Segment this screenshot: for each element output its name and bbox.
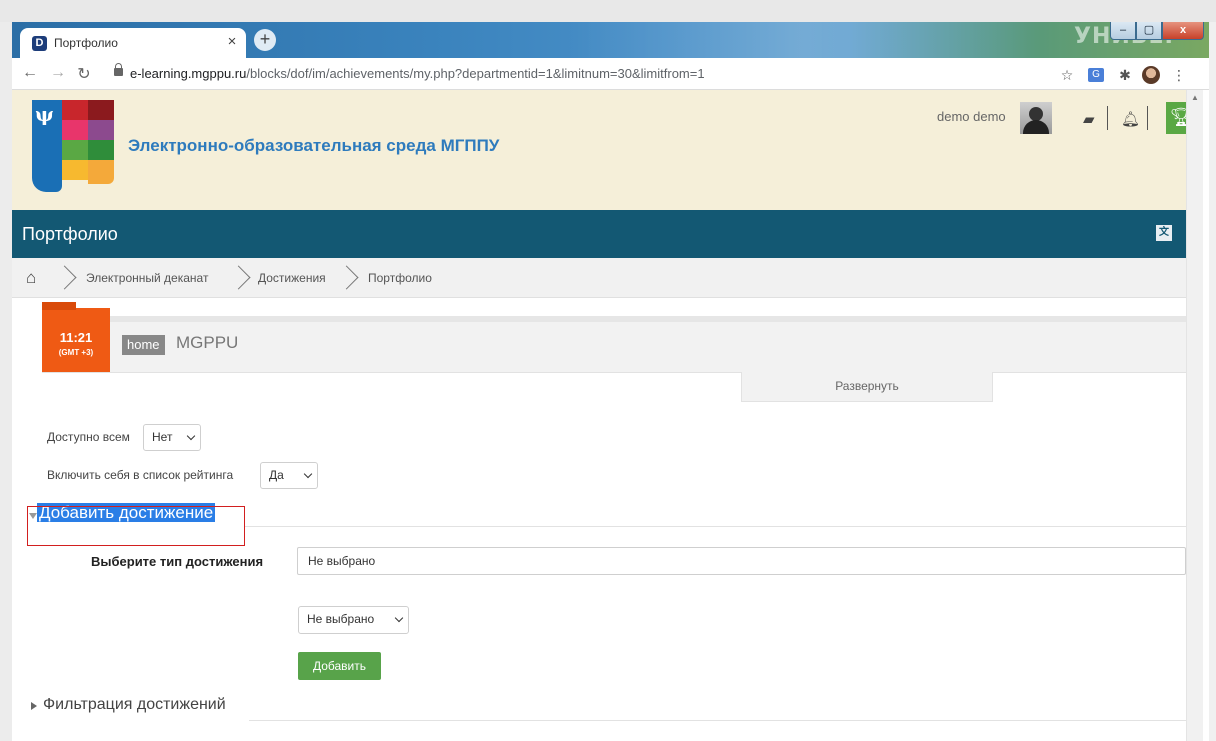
breadcrumb-separator-icon bbox=[234, 262, 248, 292]
breadcrumb-item-achievements[interactable]: Достижения bbox=[258, 271, 326, 285]
home-badge[interactable]: home bbox=[122, 335, 165, 355]
logo-cell bbox=[88, 100, 114, 120]
tab-close-icon[interactable]: × bbox=[224, 34, 240, 50]
add-achievement-button[interactable]: Добавить bbox=[298, 652, 381, 680]
tabstrip-glow bbox=[572, 22, 1032, 58]
expand-triangle-icon[interactable] bbox=[31, 702, 37, 710]
page-scrollbar[interactable]: ▲ bbox=[1186, 90, 1203, 741]
header-separator bbox=[1147, 106, 1148, 130]
window-close-button[interactable]: x bbox=[1162, 22, 1204, 40]
logo-cell bbox=[88, 160, 114, 184]
notifications-bell-icon[interactable]: 🔔︎ bbox=[1121, 110, 1140, 128]
url-host: e-learning.mgppu.ru bbox=[130, 66, 247, 81]
achievement-subtype-select[interactable]: Не выбрано bbox=[298, 606, 409, 634]
available-all-select[interactable]: Нет bbox=[143, 424, 201, 451]
header-separator bbox=[1107, 106, 1108, 130]
breadcrumb-separator-icon bbox=[60, 262, 74, 292]
breadcrumb-item-dean[interactable]: Электронный деканат bbox=[86, 271, 208, 285]
organization-name: MGPPU bbox=[176, 333, 239, 352]
logo-cell bbox=[62, 120, 88, 140]
reload-icon[interactable]: ↻ bbox=[74, 64, 94, 84]
achievement-subtype-value: Не выбрано bbox=[307, 612, 375, 626]
lock-icon bbox=[114, 63, 123, 76]
clock-timezone: (GMT +3) bbox=[58, 348, 94, 357]
chevron-down-icon bbox=[394, 613, 404, 623]
screen-frame-left bbox=[0, 22, 12, 741]
logo-cell bbox=[88, 120, 114, 140]
chevron-down-icon bbox=[303, 469, 313, 479]
scroll-up-arrow-icon[interactable]: ▲ bbox=[1191, 93, 1199, 102]
dof-divider bbox=[42, 372, 1186, 373]
section-divider bbox=[245, 526, 1186, 527]
tab-title: Портфолио bbox=[54, 36, 118, 50]
browser-toolbar: ← → ↻ e-learning.mgppu.ru/blocks/dof/im/… bbox=[12, 58, 1209, 90]
page-viewport: ψ Электронно-образовательная среда МГППУ… bbox=[12, 90, 1209, 741]
screen-frame-right bbox=[1209, 22, 1216, 741]
annotation-highlight-box bbox=[27, 506, 245, 546]
available-all-label: Доступно всем bbox=[47, 430, 130, 444]
extensions-puzzle-icon[interactable]: ✱ bbox=[1116, 66, 1134, 84]
home-icon[interactable]: ⌂ bbox=[26, 268, 36, 288]
logo-cell bbox=[62, 160, 88, 180]
browser-window: УНИВЕР D Портфолио × + – ▢ x ← → ↻ e-lea… bbox=[12, 22, 1209, 741]
logo-cell bbox=[62, 100, 88, 120]
filter-achievements-header[interactable]: Фильтрация достижений bbox=[43, 696, 226, 714]
mgppu-logo[interactable]: ψ bbox=[32, 100, 114, 192]
browser-menu-icon[interactable]: ⋮ bbox=[1170, 66, 1188, 84]
address-bar[interactable]: e-learning.mgppu.ru/blocks/dof/im/achiev… bbox=[104, 62, 1074, 86]
include-rating-select[interactable]: Да bbox=[260, 462, 318, 489]
logo-cell bbox=[62, 140, 88, 160]
include-rating-label: Включить себя в список рейтинга bbox=[47, 468, 234, 482]
user-avatar[interactable] bbox=[1020, 102, 1052, 134]
clock-tag bbox=[42, 302, 76, 310]
site-title[interactable]: Электронно-образовательная среда МГППУ bbox=[128, 136, 499, 156]
tab-strip: УНИВЕР D Портфолио × + – ▢ x bbox=[12, 22, 1209, 58]
breadcrumb-separator-icon bbox=[342, 262, 356, 292]
available-all-value: Нет bbox=[152, 430, 173, 444]
window-minimize-button[interactable]: – bbox=[1110, 22, 1136, 40]
include-rating-value: Да bbox=[269, 468, 284, 482]
url-path: /blocks/dof/im/achievements/my.php?depar… bbox=[246, 66, 705, 81]
breadcrumb: ⌂ Электронный деканат Достижения Портфол… bbox=[12, 258, 1186, 298]
new-tab-button[interactable]: + bbox=[254, 29, 276, 51]
translate-extension-icon[interactable]: G bbox=[1088, 68, 1104, 82]
section-divider bbox=[249, 720, 1186, 721]
logo-symbol-icon: ψ bbox=[35, 102, 54, 126]
breadcrumb-item-portfolio[interactable]: Портфолио bbox=[368, 271, 432, 285]
forward-arrow-icon[interactable]: → bbox=[48, 64, 68, 82]
language-translate-icon[interactable]: 文A bbox=[1156, 225, 1172, 254]
user-name[interactable]: demo demo bbox=[937, 109, 1006, 124]
chevron-down-icon bbox=[186, 431, 196, 441]
browser-tab-portfolio[interactable]: D Портфолио × bbox=[20, 28, 246, 58]
window-controls: – ▢ x bbox=[1110, 22, 1205, 42]
site-favicon-icon: D bbox=[32, 36, 47, 51]
clock-time: 11:21 bbox=[59, 330, 93, 345]
expand-button[interactable]: Развернуть bbox=[741, 372, 993, 402]
messages-icon[interactable]: ▰ bbox=[1083, 110, 1095, 128]
url-text[interactable]: e-learning.mgppu.ru/blocks/dof/im/achiev… bbox=[130, 66, 705, 81]
bookmark-star-icon[interactable]: ☆ bbox=[1058, 66, 1076, 84]
achievement-type-field[interactable]: Не выбрано bbox=[297, 547, 1186, 575]
window-maximize-button[interactable]: ▢ bbox=[1136, 22, 1162, 40]
page-title: Портфолио bbox=[22, 224, 118, 244]
screen-frame-top bbox=[0, 0, 1216, 22]
profile-avatar-icon[interactable] bbox=[1142, 66, 1160, 84]
clock-widget: 11:21 (GMT +3) bbox=[42, 302, 110, 372]
achievement-type-label: Выберите тип достижения bbox=[91, 554, 264, 569]
site-header: ψ Электронно-образовательная среда МГППУ… bbox=[12, 90, 1196, 210]
page-navbar: Портфолио 文A bbox=[12, 210, 1186, 258]
logo-cell bbox=[88, 140, 114, 160]
back-arrow-icon[interactable]: ← bbox=[20, 64, 40, 82]
